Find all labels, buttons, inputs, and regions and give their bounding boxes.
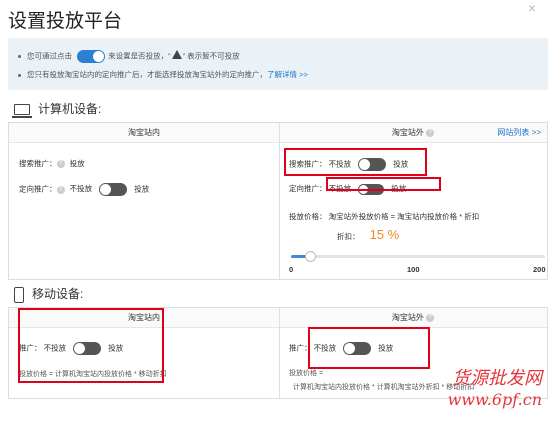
notice-line-1: 您可通过点击 来设置是否投放，“ ” 表示暂不可投放 xyxy=(18,50,240,63)
pc-outside-price-label: 投放价格： xyxy=(289,212,327,221)
computer-right-col-head: 淘宝站外 ? 网站列表 >> xyxy=(279,123,547,143)
notice-line1-middle: 来设置是否投放，“ xyxy=(108,51,171,61)
bullet-icon xyxy=(18,55,21,58)
watermark-line-2: www.6pf.cn xyxy=(447,390,542,409)
learn-more-link[interactable]: 了解详情 >> xyxy=(267,70,308,79)
notice-line-2: 您只有投放淘宝站内的定向推广后，才能选择投放淘宝站外的定向推广，了解详情 >> xyxy=(18,69,308,80)
highlight-box xyxy=(18,308,164,383)
mobile-right-col-title: 淘宝站外 xyxy=(391,313,424,322)
mobile-heading-text: 移动设备: xyxy=(32,287,84,301)
computer-panel: 淘宝站内 淘宝站外 ? 网站列表 >> 搜索推广：? 投放 定向推广：? 不投放… xyxy=(8,122,548,280)
pc-outside-targeted-label: 定向推广： xyxy=(289,184,327,193)
pc-inside-search-label: 搜索推广： xyxy=(19,159,57,168)
pc-inside-targeted-toggle[interactable] xyxy=(99,183,128,196)
help-icon[interactable]: ? xyxy=(56,160,65,169)
discount-value: 15 % xyxy=(369,227,400,242)
discount-slider-thumb[interactable] xyxy=(305,251,317,262)
pc-inside-targeted-off: 不投放 xyxy=(69,184,93,194)
watermark-line-1: 货源批发网 xyxy=(452,368,542,389)
mobile-devices-heading: 移动设备: xyxy=(14,285,83,303)
notice-box: 您可通过点击 来设置是否投放，“ ” 表示暂不可投放 您只有投放淘宝站内的定向推广… xyxy=(8,38,548,90)
discount-label: 折扣： xyxy=(337,232,360,241)
monitor-icon xyxy=(12,104,32,119)
slider-tick-min: 0 xyxy=(289,265,294,274)
example-toggle-icon xyxy=(77,50,106,63)
highlight-box xyxy=(326,177,441,191)
warning-icon xyxy=(171,50,182,60)
pc-inside-targeted-label: 定向推广： xyxy=(19,184,57,194)
computer-heading-text: 计算机设备: xyxy=(38,102,102,116)
pc-outside-discount-row: 折扣： 15 % xyxy=(337,227,399,242)
pc-outside-price-row: 投放价格： 淘宝站外投放价格 = 淘宝站内投放价格 * 折扣 xyxy=(289,211,479,222)
watermark: 货源批发网 www.6pf.cn xyxy=(448,364,542,409)
help-icon[interactable]: ? xyxy=(426,313,435,322)
pc-inside-targeted-row: 定向推广：? 不投放 投放 xyxy=(19,183,149,196)
computer-devices-heading: 计算机设备: xyxy=(12,100,102,119)
pc-outside-price-formula: 淘宝站外投放价格 = 淘宝站内投放价格 * 折扣 xyxy=(328,212,480,221)
highlight-box xyxy=(308,327,430,369)
discount-slider[interactable] xyxy=(291,251,545,262)
pc-inside-search-status: 投放 xyxy=(69,159,85,168)
phone-icon xyxy=(14,286,24,303)
notice-line2-text: 您只有投放淘宝站内的定向推广后，才能选择投放淘宝站外的定向推广， xyxy=(27,70,267,79)
computer-left-col-title: 淘宝站内 xyxy=(128,128,160,137)
computer-left-col-head: 淘宝站内 xyxy=(9,123,279,143)
slider-tick-mid: 100 xyxy=(407,265,420,274)
pc-inside-search-row: 搜索推广：? 投放 xyxy=(19,158,85,169)
close-icon[interactable]: × xyxy=(528,0,536,16)
column-divider xyxy=(279,308,280,398)
mobile-right-col-head: 淘宝站外 ? xyxy=(279,308,547,328)
help-icon[interactable]: ? xyxy=(56,185,65,194)
dialog-title: 设置投放平台 xyxy=(8,11,123,32)
computer-right-col-title: 淘宝站外 xyxy=(391,128,424,137)
column-divider xyxy=(279,123,280,279)
slider-tick-max: 200 xyxy=(533,265,546,274)
notice-line1-suffix: ” 表示暂不可投放 xyxy=(182,51,240,61)
bullet-icon xyxy=(18,73,21,77)
help-icon[interactable]: ? xyxy=(426,128,435,137)
mobile-outside-price-label: 投放价格 = xyxy=(289,370,324,377)
notice-line1-prefix: 您可通过点击 xyxy=(27,51,72,61)
highlight-box xyxy=(284,148,427,176)
pc-inside-targeted-on: 投放 xyxy=(134,184,150,194)
site-list-link[interactable]: 网站列表 >> xyxy=(497,123,541,143)
